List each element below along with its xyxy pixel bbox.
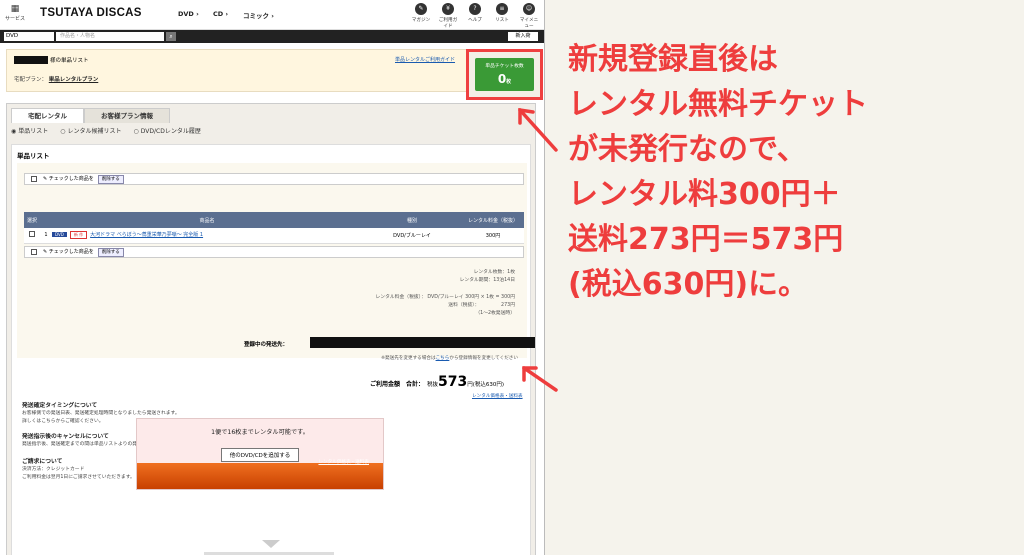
annotation-line: レンタル料300円＋ [568,177,841,212]
annotation-line: 送料273円＝573円 [568,222,844,257]
annotation-line: レンタル無料チケット [568,87,868,122]
arrow-to-ticket [518,108,558,152]
annotation-text: 新規登録直後は レンタル無料チケット が未発行なので、 レンタル料300円＋ 送… [568,37,1018,307]
annotation-line: が未発行なので、 [568,132,807,167]
annotation-line: (税込630円)に。 [568,267,809,302]
annotation-line: 新規登録直後は [568,42,778,77]
arrow-to-total [522,366,558,392]
